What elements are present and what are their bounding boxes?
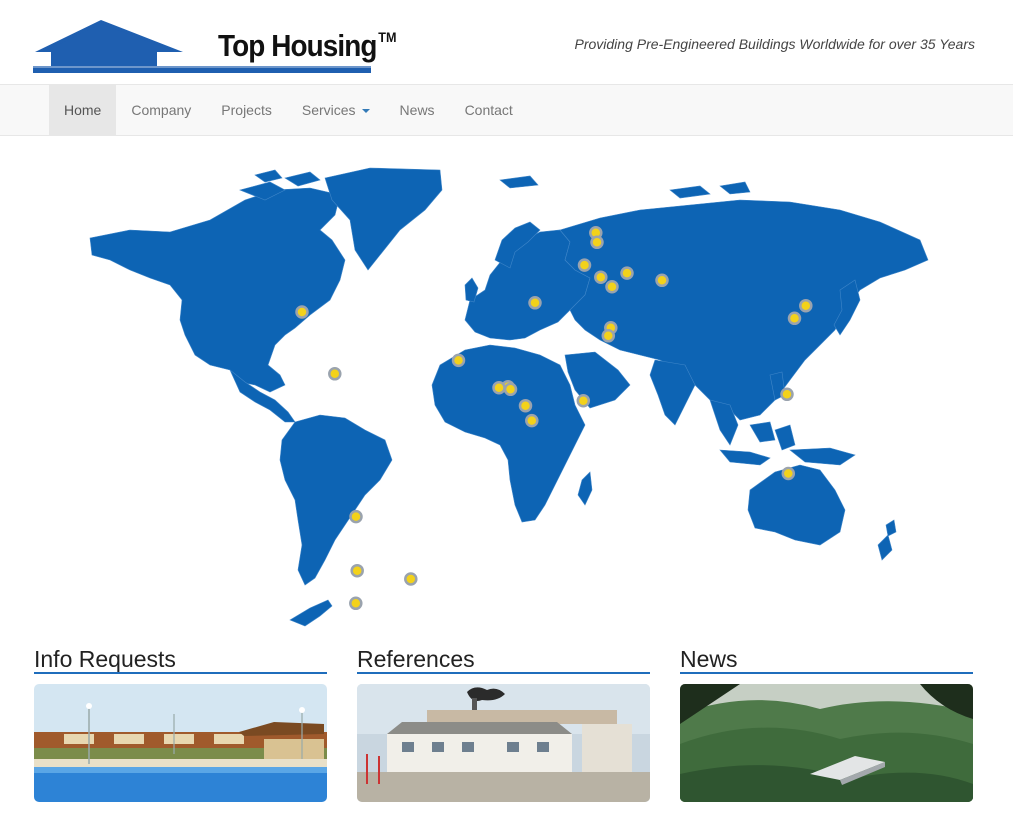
nav-menu: Home Company Projects Services News Cont… xyxy=(49,85,528,135)
nav-item-label: Contact xyxy=(464,102,513,118)
south-america-landmass xyxy=(279,414,393,586)
project-marker[interactable] xyxy=(528,296,542,310)
news-section: News xyxy=(680,644,973,802)
caret-down-icon xyxy=(361,109,370,114)
project-marker[interactable] xyxy=(601,329,616,343)
project-marker[interactable] xyxy=(620,266,634,280)
section-title[interactable]: News xyxy=(680,644,973,674)
references-section: References xyxy=(357,644,650,802)
nav-item-label: Company xyxy=(131,102,192,118)
project-marker[interactable] xyxy=(577,258,592,272)
project-marker[interactable] xyxy=(780,387,794,402)
tagline: Providing Pre-Engineered Buildings World… xyxy=(574,36,975,52)
project-marker[interactable] xyxy=(518,398,533,413)
project-marker[interactable] xyxy=(404,572,418,586)
project-marker[interactable] xyxy=(781,466,796,481)
main-navbar: Home Company Projects Services News Cont… xyxy=(0,84,1013,136)
nav-item-contact[interactable]: Contact xyxy=(450,85,528,135)
nav-item-label: Projects xyxy=(221,102,272,118)
resort-pool-photo[interactable] xyxy=(34,684,327,802)
project-marker[interactable] xyxy=(576,393,591,408)
project-marker[interactable] xyxy=(350,563,364,578)
section-title[interactable]: References xyxy=(357,644,650,674)
project-marker[interactable] xyxy=(787,311,802,326)
nav-item-label: Home xyxy=(64,102,102,118)
project-marker[interactable] xyxy=(655,273,669,288)
world-projects-map xyxy=(70,160,940,630)
project-marker[interactable] xyxy=(328,367,342,381)
prefab-building-photo[interactable] xyxy=(357,684,650,802)
madagascar xyxy=(577,471,593,506)
logo[interactable]: Top Housing TM xyxy=(33,16,396,76)
project-marker[interactable] xyxy=(349,509,363,524)
project-marker[interactable] xyxy=(492,380,506,395)
prefab-building-image xyxy=(357,684,650,802)
africa-landmass xyxy=(431,344,586,523)
greenland xyxy=(324,167,443,271)
forest-valley-image xyxy=(680,684,973,802)
nav-item-company[interactable]: Company xyxy=(116,85,206,135)
new-zealand xyxy=(877,534,893,561)
nav-item-label: News xyxy=(399,102,435,118)
project-marker[interactable] xyxy=(799,298,813,313)
nav-item-services[interactable]: Services xyxy=(287,85,385,135)
nav-item-label: Services xyxy=(301,102,356,118)
project-marker[interactable] xyxy=(349,596,363,611)
resort-pool-image xyxy=(34,684,327,802)
project-marker[interactable] xyxy=(295,305,309,319)
world-map xyxy=(89,167,929,627)
nav-item-projects[interactable]: Projects xyxy=(206,85,287,135)
project-marker[interactable] xyxy=(590,235,604,250)
australia-landmass xyxy=(747,464,846,546)
north-america-landmass xyxy=(89,187,346,393)
project-marker[interactable] xyxy=(503,382,518,397)
section-title[interactable]: Info Requests xyxy=(34,644,327,674)
arabian-peninsula xyxy=(564,351,631,409)
logo-text: Top Housing TM xyxy=(218,28,397,63)
info-requests-section: Info Requests xyxy=(34,644,327,802)
project-marker[interactable] xyxy=(605,279,619,294)
nav-item-home[interactable]: Home xyxy=(49,85,117,135)
project-marker[interactable] xyxy=(451,353,466,368)
nav-item-news[interactable]: News xyxy=(385,85,450,135)
forest-valley-photo[interactable] xyxy=(680,684,973,802)
project-marker[interactable] xyxy=(594,270,608,284)
site-header: Top Housing TM Providing Pre-Engineered B… xyxy=(0,0,1013,84)
project-marker[interactable] xyxy=(525,413,539,428)
